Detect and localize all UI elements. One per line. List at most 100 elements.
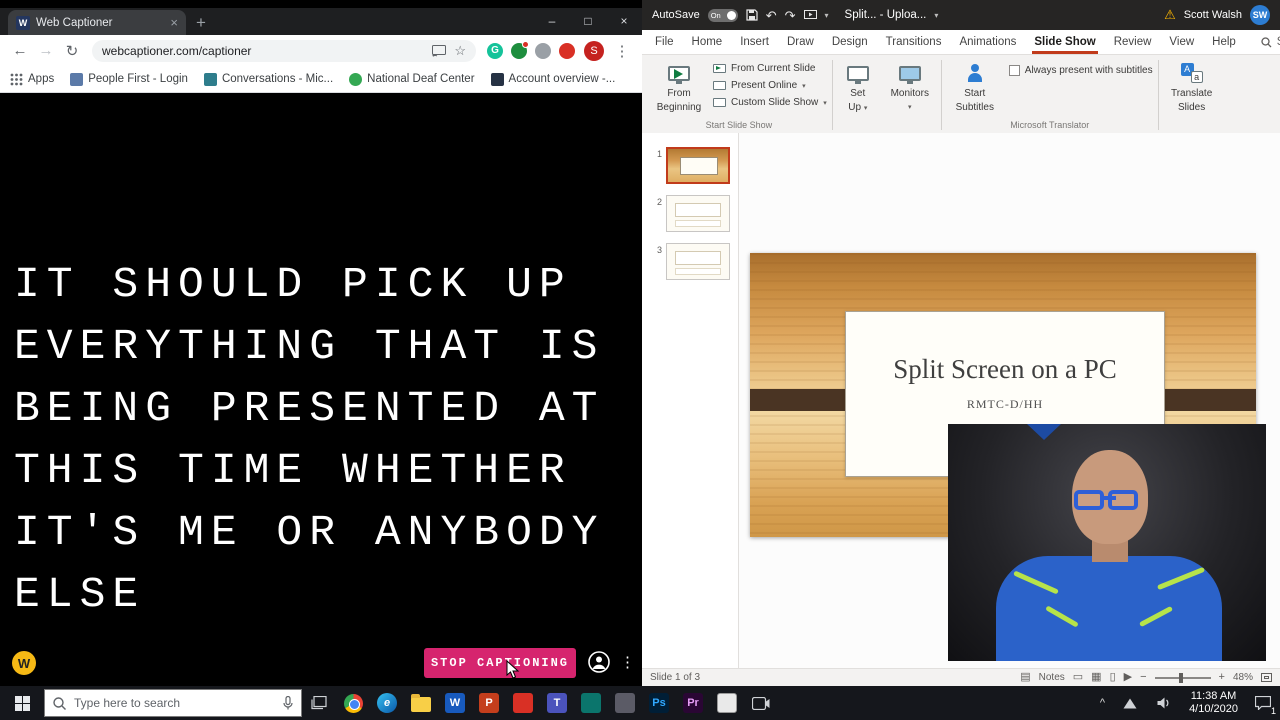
tab-insert[interactable]: Insert — [731, 30, 778, 54]
reading-view-icon[interactable]: ▯ — [1110, 672, 1116, 683]
tab-file[interactable]: File — [646, 30, 683, 54]
zoom-level[interactable]: 48% — [1233, 672, 1253, 683]
zoom-in-icon[interactable]: + — [1219, 672, 1225, 683]
bookmark-item[interactable]: Account overview -... — [490, 72, 615, 86]
web-captioner-logo-icon[interactable]: W — [12, 651, 36, 675]
search-input[interactable] — [74, 696, 275, 710]
slide-thumbnail-3[interactable] — [666, 243, 730, 280]
fit-slide-to-window-icon[interactable] — [1261, 673, 1272, 682]
custom-slide-show-button[interactable]: Custom Slide Show ▾ — [713, 97, 827, 108]
translate-slides-button[interactable]: Aa Translate Slides — [1164, 57, 1220, 113]
notes-button[interactable]: Notes — [1039, 672, 1065, 683]
tab-slide-show[interactable]: Slide Show — [1025, 30, 1104, 54]
slideshow-quick-icon[interactable] — [803, 9, 817, 21]
tab-review[interactable]: Review — [1105, 30, 1161, 54]
hidden-icons-chevron-icon[interactable]: ^ — [1092, 697, 1113, 709]
tab-home[interactable]: Home — [683, 30, 732, 54]
cast-icon[interactable] — [432, 44, 447, 57]
slide-sorter-view-icon[interactable]: ▦ — [1091, 672, 1101, 683]
always-subtitles-checkbox-row[interactable]: Always present with subtitles — [1008, 57, 1153, 76]
microphone-icon[interactable] — [283, 696, 293, 710]
taskbar-clock[interactable]: 11:38 AM 4/10/2020 — [1181, 690, 1246, 716]
user-name[interactable]: Scott Walsh — [1184, 9, 1242, 21]
taskbar-app-edge-icon[interactable]: e — [370, 686, 404, 720]
taskbar-app-premiere-icon[interactable]: Pr — [676, 686, 710, 720]
tab-help[interactable]: Help — [1203, 30, 1245, 54]
action-center-icon[interactable]: 1 — [1246, 686, 1280, 720]
volume-icon[interactable] — [1147, 686, 1181, 720]
bookmark-star-icon[interactable]: ☆ — [454, 44, 466, 57]
minimize-button[interactable]: – — [534, 8, 570, 34]
normal-view-icon[interactable]: ▭ — [1073, 672, 1083, 683]
sync-warning-icon[interactable]: ⚠ — [1164, 7, 1176, 23]
slide-thumbnail-2[interactable] — [666, 195, 730, 232]
redo-icon[interactable]: ↷ — [785, 9, 796, 22]
taskbar-app-powerpoint-icon[interactable]: P — [472, 686, 506, 720]
autosave-toggle[interactable]: On — [707, 8, 738, 22]
taskbar-app-file-explorer-icon[interactable] — [404, 686, 438, 720]
task-view-icon[interactable] — [302, 686, 336, 720]
present-online-button[interactable]: Present Online ▾ — [713, 80, 827, 91]
stop-captioning-button[interactable]: STOP CAPTIONING — [424, 648, 576, 678]
extension-icon[interactable] — [535, 42, 551, 59]
slide-title-text[interactable]: Split Screen on a PC — [846, 354, 1164, 385]
address-bar[interactable]: webcaptioner.com/captioner ☆ — [92, 39, 476, 62]
taskbar-app-icon[interactable] — [608, 686, 642, 720]
set-up-slide-show-button[interactable]: Set Up ▾ — [838, 57, 878, 114]
apps-shortcut[interactable]: Apps — [10, 73, 54, 86]
zoom-slider-thumb[interactable] — [1178, 672, 1183, 683]
taskbar-app-icon[interactable] — [574, 686, 608, 720]
zoom-slider[interactable] — [1154, 672, 1211, 683]
save-icon[interactable] — [746, 9, 758, 21]
forward-icon[interactable]: → — [34, 39, 58, 63]
title-caret-icon[interactable]: ▾ — [934, 11, 938, 20]
bookmark-item[interactable]: People First - Login — [70, 72, 188, 86]
maximize-button[interactable]: □ — [570, 8, 606, 34]
taskbar-app-icon[interactable] — [506, 686, 540, 720]
taskbar-app-teams-icon[interactable]: T — [540, 686, 574, 720]
grammarly-extension-icon[interactable]: G — [487, 42, 503, 59]
zoom-out-icon[interactable]: − — [1140, 672, 1146, 683]
extension-icon[interactable] — [511, 40, 529, 59]
start-button[interactable] — [0, 686, 44, 720]
quick-access-caret-icon[interactable]: ▾ — [825, 11, 829, 20]
account-person-icon[interactable] — [588, 651, 610, 673]
network-icon[interactable] — [1113, 686, 1147, 720]
tab-transitions[interactable]: Transitions — [877, 30, 951, 54]
tab-design[interactable]: Design — [823, 30, 877, 54]
user-avatar[interactable]: SW — [1250, 5, 1270, 25]
notes-icon[interactable]: ▤ — [1020, 672, 1030, 683]
from-beginning-button[interactable]: From Beginning — [651, 57, 707, 113]
slide-show-view-icon[interactable]: ▶ — [1124, 672, 1132, 683]
taskbar-app-photoshop-icon[interactable]: Ps — [642, 686, 676, 720]
tab-draw[interactable]: Draw — [778, 30, 823, 54]
tab-animations[interactable]: Animations — [950, 30, 1025, 54]
monitors-button[interactable]: Monitors ▾ — [884, 57, 936, 113]
start-subtitles-button[interactable]: Start Subtitles — [947, 57, 1003, 113]
taskbar-app-camera-icon[interactable] — [744, 686, 778, 720]
tab-view[interactable]: View — [1160, 30, 1203, 54]
undo-icon[interactable]: ↶ — [766, 9, 777, 22]
bookmark-item[interactable]: Conversations - Mic... — [203, 72, 333, 86]
taskbar-app-chrome-icon[interactable] — [336, 686, 370, 720]
extension-icon[interactable] — [559, 42, 575, 59]
captioner-menu-kebab-icon[interactable]: ⋮ — [620, 653, 635, 671]
browser-menu-kebab-icon[interactable]: ⋮ — [610, 39, 634, 63]
taskbar-app-word-icon[interactable]: W — [438, 686, 472, 720]
bookmark-item[interactable]: National Deaf Center — [349, 72, 475, 86]
document-title[interactable]: Split... - Uploa... — [845, 9, 927, 21]
taskbar-app-icon[interactable] — [710, 686, 744, 720]
url-text[interactable]: webcaptioner.com/captioner — [102, 44, 424, 58]
slide-subtitle-text[interactable]: RMTC-D/HH — [846, 397, 1164, 412]
tab-close-icon[interactable]: × — [170, 16, 178, 29]
from-current-slide-button[interactable]: From Current Slide — [713, 63, 827, 74]
ribbon-search[interactable]: Search — [1261, 30, 1280, 54]
taskbar-search[interactable] — [44, 689, 302, 717]
browser-tab[interactable]: W Web Captioner × — [8, 10, 186, 35]
slide-thumbnail-1[interactable] — [666, 147, 730, 184]
back-icon[interactable]: ← — [8, 39, 32, 63]
close-button[interactable]: × — [606, 8, 642, 34]
always-subtitles-checkbox[interactable] — [1008, 65, 1020, 76]
browser-profile-avatar[interactable]: S — [584, 40, 604, 61]
refresh-icon[interactable]: ↻ — [60, 39, 84, 63]
